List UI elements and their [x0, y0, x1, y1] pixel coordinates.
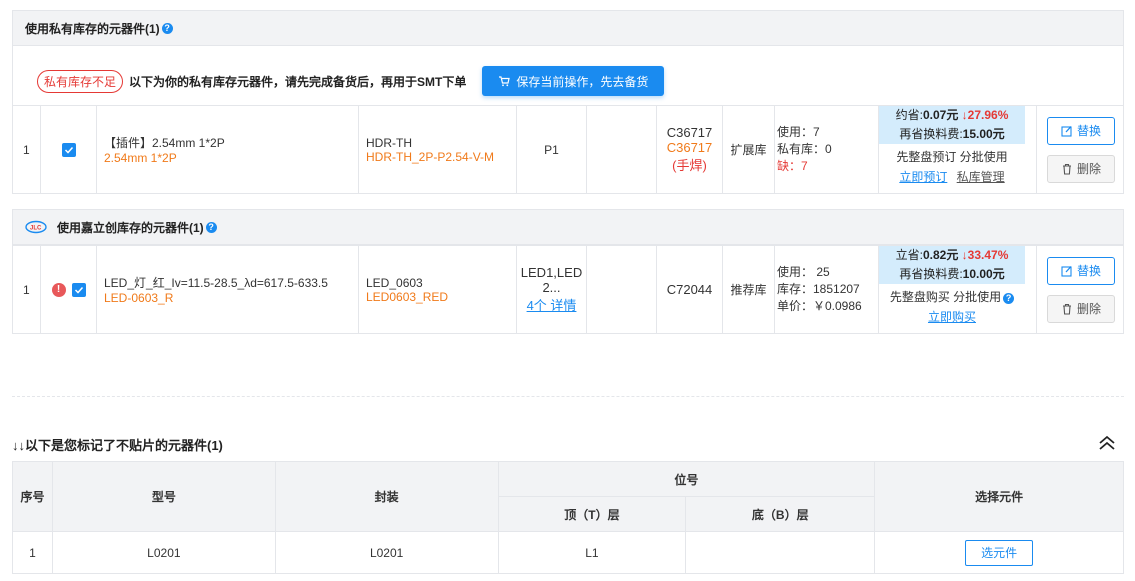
jlc-stock-title: 使用嘉立创库存的元器件(1) [57, 220, 204, 235]
reserve-now-link[interactable]: 立即预订 [899, 170, 947, 184]
library-type-cell: 扩展库 [723, 106, 775, 193]
component-name: 【插件】2.54mm 1*2P [104, 136, 225, 150]
row-checkbox[interactable] [61, 142, 76, 157]
unit-price: 单价：￥0.0986 [777, 299, 862, 313]
jlc-stock-section-header: JLC 使用嘉立创库存的元器件(1) ? [12, 209, 1124, 245]
no-place-title: ↓↓以下是您标记了不贴片的元器件(1) [12, 438, 223, 453]
package-sub: LED0603_RED [366, 289, 449, 304]
designator-detail-link[interactable]: 4个 详情 [527, 295, 577, 314]
cell-index: 1 [12, 531, 53, 574]
warning-text: 以下为你的私有库存元器件，请先完成备货后，再用于SMT下单 [129, 74, 467, 89]
fee-savings-box: 再省换料费:15.00元 [879, 125, 1025, 144]
fee-savings-box: 再省换料费:10.00元 [879, 265, 1025, 284]
package-cell: LED_0603 LED0603_RED [359, 246, 517, 333]
header-top-layer: 顶（T）层 [497, 496, 687, 532]
row-index: 1 [13, 106, 41, 193]
operations-cell: 替换 删除 [1037, 106, 1125, 193]
select-component-button[interactable]: 选元件 [965, 539, 1034, 566]
jlc-component-row: 1 ! LED_灯_红_Iv=11.5-28.5_λd=617.5-633.5 … [12, 245, 1124, 334]
header-designator: 位号 [497, 461, 876, 497]
package-sub: HDR-TH_2P-P2.54-V-M [366, 149, 495, 164]
cart-icon [499, 76, 511, 87]
savings-box: 约省:0.07元 ↓27.96% [879, 106, 1025, 125]
help-icon[interactable]: ? [205, 221, 217, 233]
checkmark-icon [74, 286, 83, 294]
part-code: C72044 [666, 282, 713, 297]
package: HDR-TH [366, 135, 412, 150]
header-bottom-layer: 底（B）层 [685, 496, 876, 532]
cell-bottom-layer [685, 531, 876, 574]
row-checkbox-cell [41, 106, 97, 193]
edit-icon [1061, 125, 1072, 137]
header-select: 选择元件 [874, 461, 1124, 532]
cell-model: L0201 [51, 531, 276, 574]
stock-info-cell: 使用： 25 库存：1851207 单价：￥0.0986 [775, 246, 879, 333]
designator-cell: LED1,LED 2... 4个 详情 [517, 246, 587, 333]
stock: 库存：1851207 [777, 282, 860, 296]
svg-text:JLC: JLC [30, 226, 42, 232]
stock-info-cell: 使用：7 私有库：0 缺：7 [775, 106, 879, 193]
no-place-table: 序号 型号 封装 位号 选择元件 顶（T）层 底（B）层 1 L0201 L02… [12, 461, 1124, 574]
trash-icon [1062, 163, 1071, 175]
row-checkbox[interactable] [71, 282, 86, 297]
package-cell: HDR-TH HDR-TH_2P-P2.54-V-M [359, 106, 517, 193]
private-stock-title: 使用私有库存的元器件(1) [25, 21, 160, 36]
savings-cell: 立省:0.82元 ↓33.47% 再省换料费:10.00元 先整盘购买 分批使用… [879, 246, 1037, 333]
stock-shortage-badge: 私有库存不足 [37, 69, 124, 93]
component-name: LED_灯_红_Iv=11.5-28.5_λd=617.5-633.5 [104, 276, 328, 290]
private-stock-section-header: 使用私有库存的元器件(1) ? [12, 10, 1124, 46]
trash-icon [1062, 303, 1071, 315]
buy-now-link[interactable]: 立即购买 [928, 310, 976, 324]
edit-icon [1061, 265, 1072, 277]
component-name-cell: 【插件】2.54mm 1*2P 2.54mm 1*2P [97, 106, 359, 193]
help-icon[interactable]: ? [161, 22, 173, 34]
part-code-cell: C36717 C36717 (手焊) [657, 106, 723, 193]
cell-top-layer: L1 [497, 531, 687, 574]
save-button-label: 保存当前操作，先去备货 [516, 74, 649, 89]
header-model: 型号 [51, 461, 276, 532]
checkmark-icon [64, 146, 73, 154]
section-divider [12, 396, 1124, 397]
usage: 使用： 25 [777, 265, 830, 279]
replace-button[interactable]: 替换 [1047, 256, 1115, 285]
delete-button[interactable]: 删除 [1047, 294, 1115, 323]
private-component-row: 1 【插件】2.54mm 1*2P 2.54mm 1*2P HDR-TH HDR… [12, 105, 1124, 194]
buy-note: 先整盘购买 分批使用? [879, 288, 1025, 305]
component-name-sub: 2.54mm 1*2P [104, 151, 177, 165]
save-and-stock-button[interactable]: 保存当前操作，先去备货 [482, 66, 665, 96]
delete-button[interactable]: 删除 [1047, 154, 1115, 183]
alert-icon: ! [51, 282, 66, 297]
component-name-cell: LED_灯_红_Iv=11.5-28.5_λd=617.5-633.5 LED-… [97, 246, 359, 333]
part-code-note: (手焊) [672, 158, 707, 173]
cell-select: 选元件 [874, 531, 1124, 574]
component-name-sub: LED-0603_R [104, 291, 174, 305]
jlc-logo-icon: JLC [25, 220, 47, 234]
collapse-icon[interactable] [1098, 433, 1116, 451]
part-code-sub: C36717 [666, 140, 713, 155]
savings-cell: 约省:0.07元 ↓27.96% 再省换料费:15.00元 先整盘预订 分批使用… [879, 106, 1037, 193]
empty-cell [587, 106, 657, 193]
savings-box: 立省:0.82元 ↓33.47% [879, 246, 1025, 265]
header-package: 封装 [274, 461, 499, 532]
part-code-cell: C72044 [657, 246, 723, 333]
table-row: 1 L0201 L0201 L1 选元件 [12, 531, 1124, 574]
private-manage-link[interactable]: 私库管理 [957, 170, 1005, 184]
help-icon[interactable]: ? [1003, 293, 1015, 304]
replace-button[interactable]: 替换 [1047, 116, 1115, 145]
package: LED_0603 [366, 275, 423, 290]
cell-package: L0201 [274, 531, 499, 574]
operations-cell: 替换 删除 [1037, 246, 1125, 333]
empty-cell [587, 246, 657, 333]
header-index: 序号 [12, 461, 53, 532]
row-index: 1 [13, 246, 41, 333]
usage: 使用：7 [777, 125, 820, 139]
part-code: C36717 [666, 125, 713, 140]
private-stock: 私有库：0 [777, 142, 832, 156]
library-type-cell: 推荐库 [723, 246, 775, 333]
buy-note: 先整盘预订 分批使用 [896, 150, 1008, 164]
row-checkbox-cell: ! [41, 246, 97, 333]
designator-cell: P1 [517, 106, 587, 193]
shortage: 缺：7 [777, 159, 808, 173]
